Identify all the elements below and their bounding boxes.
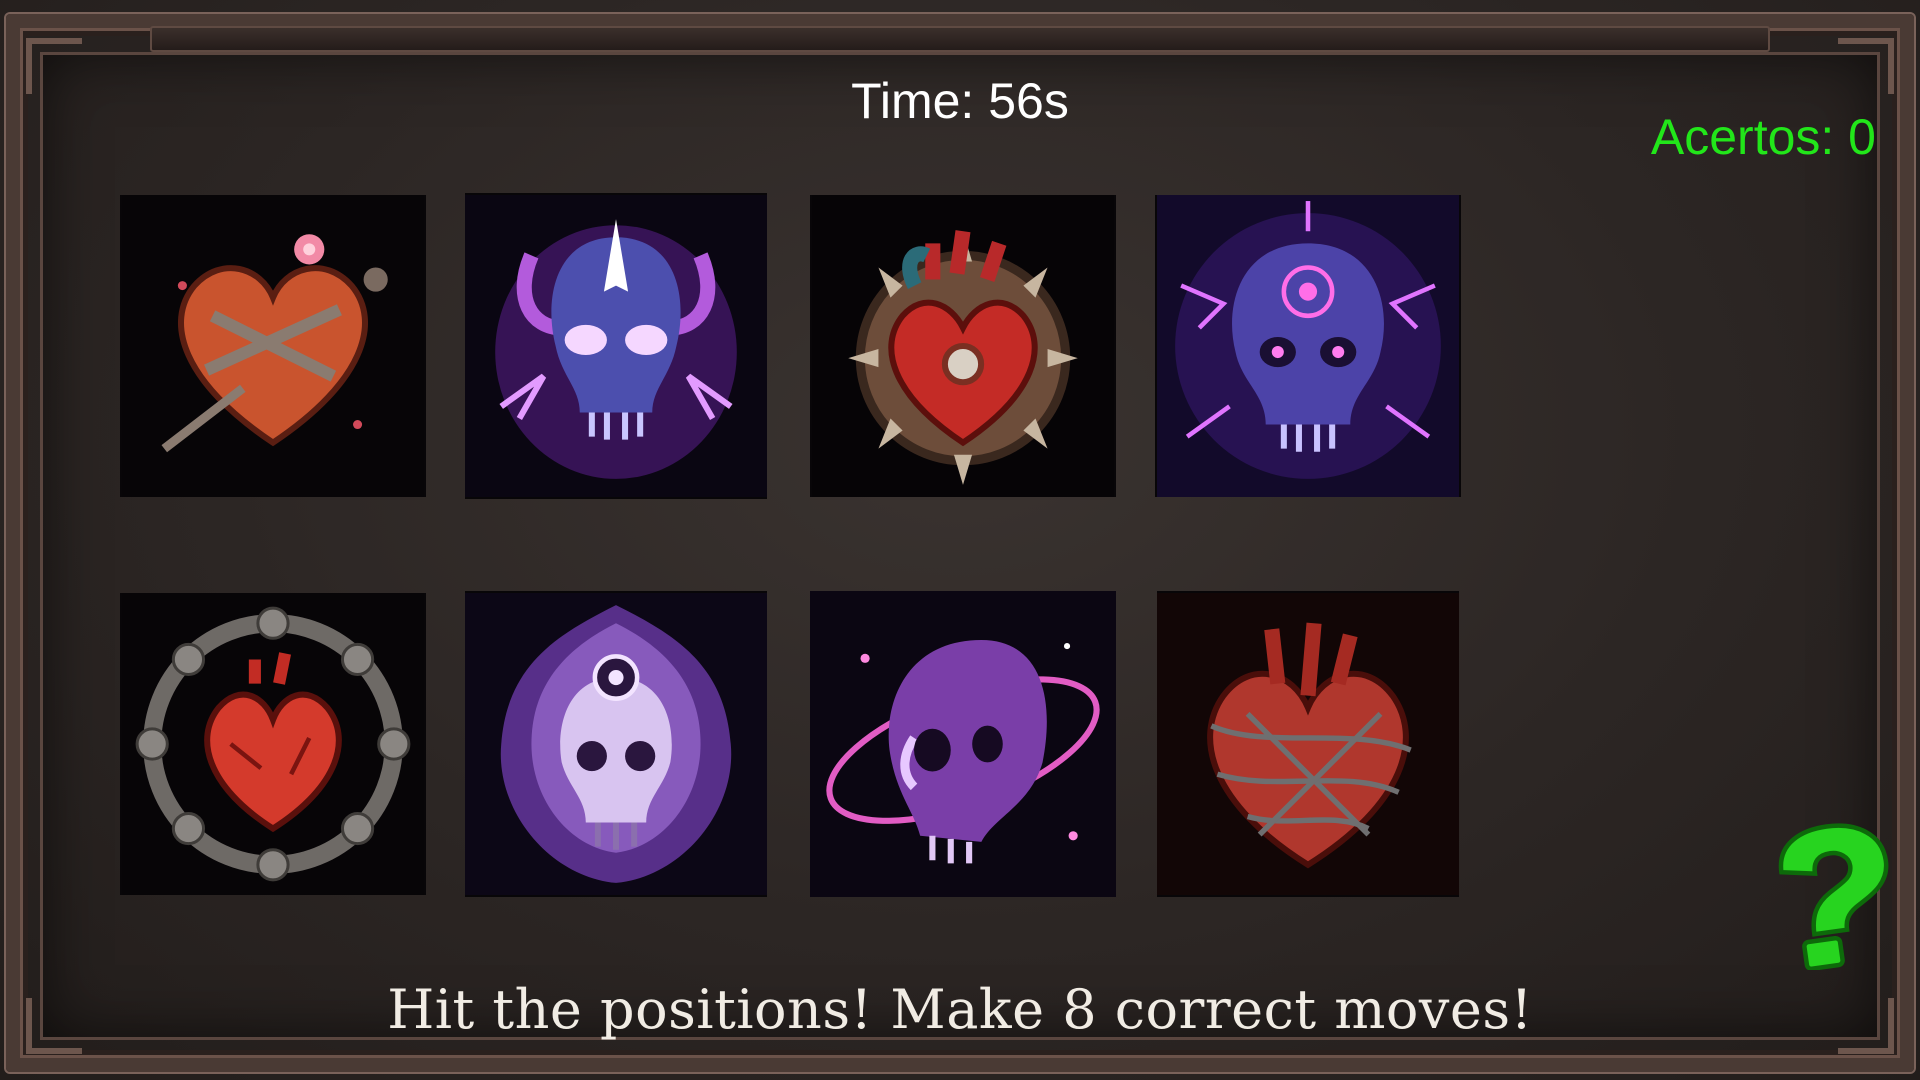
runic-ring-heart-icon (122, 593, 424, 895)
card[interactable] (1155, 195, 1461, 497)
card[interactable] (465, 591, 767, 897)
card[interactable] (120, 195, 426, 497)
flaming-purple-skull-icon (465, 593, 767, 895)
horned-lightning-skull-icon (465, 195, 767, 497)
score-counter: Acertos: 0 (1650, 109, 1876, 165)
timer-label: Time: 56s (851, 73, 1069, 129)
instructions-text: Hit the positions! Make 8 correct moves! (387, 978, 1533, 1041)
help-button[interactable] (1750, 820, 1900, 972)
card[interactable] (810, 591, 1116, 897)
question-mark-icon (1778, 823, 1889, 972)
card[interactable] (810, 195, 1116, 497)
barbed-wire-heart-icon (1157, 593, 1459, 895)
card[interactable] (465, 193, 767, 499)
card[interactable] (120, 593, 426, 895)
card-grid (118, 193, 1463, 898)
card[interactable] (1157, 591, 1459, 897)
electric-purple-skull-icon (1157, 195, 1459, 497)
thorned-heart-icon (122, 195, 424, 497)
orbiting-skull-icon (810, 591, 1116, 897)
frame-top-bar (150, 26, 1770, 52)
spiked-mechanical-heart-icon (812, 195, 1114, 497)
